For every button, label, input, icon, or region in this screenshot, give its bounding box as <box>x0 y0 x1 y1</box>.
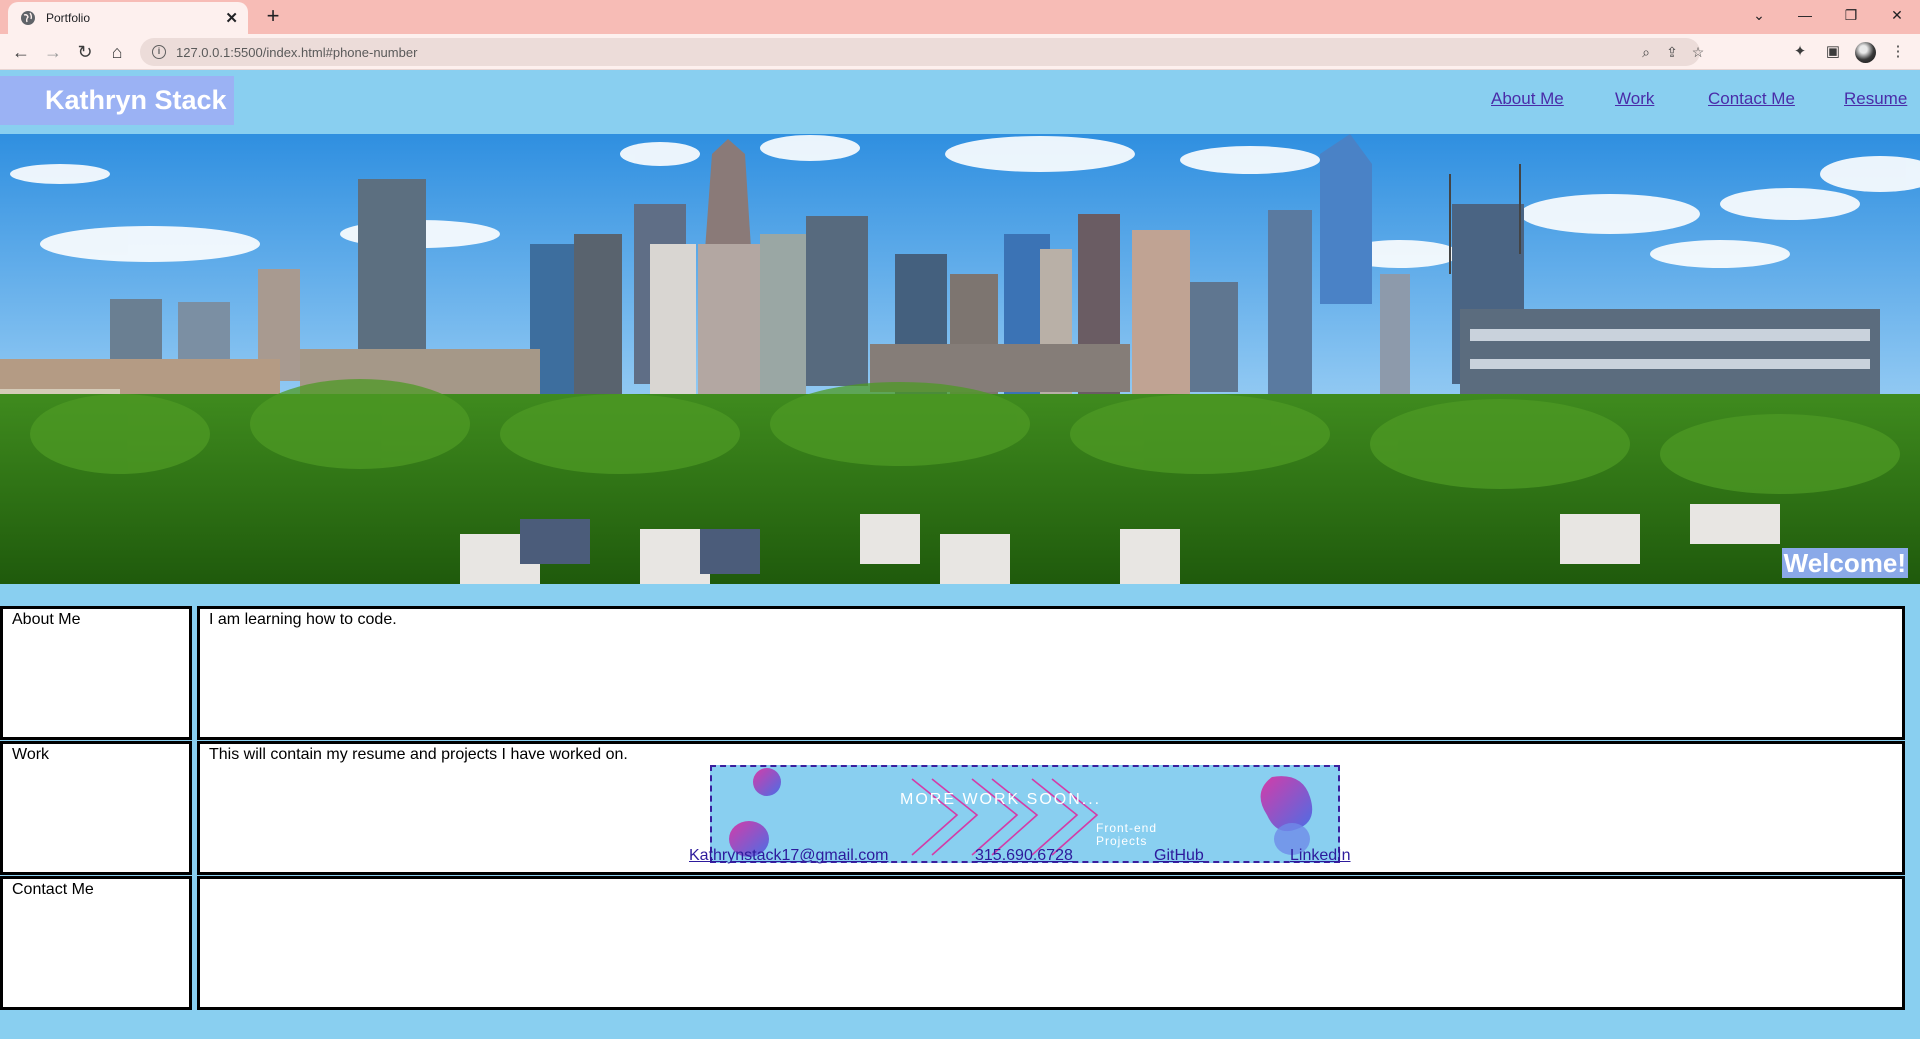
tab-search-icon[interactable]: ⌄ <box>1736 0 1782 30</box>
page: Kathryn Stack About Me Work Contact Me R… <box>0 70 1920 1039</box>
zoom-icon[interactable]: ⌕ <box>1636 42 1656 62</box>
site-header: Kathryn Stack About Me Work Contact Me R… <box>0 70 1920 134</box>
browser-toolbar: ← → ↻ ⌂ i 127.0.0.1:5500/index.html#phon… <box>0 34 1920 70</box>
nav-link-work[interactable]: Work <box>1615 89 1654 109</box>
browser-tab[interactable]: Portfolio ✕ <box>8 2 248 34</box>
side-panel-icon[interactable]: ▣ <box>1821 40 1845 64</box>
menu-kebab-icon[interactable]: ⋮ <box>1886 40 1910 64</box>
city-skyline-image <box>0 134 1920 584</box>
contact-linkedin-link[interactable]: LinkedIn <box>1290 847 1351 865</box>
nav-link-contact-me[interactable]: Contact Me <box>1708 89 1795 109</box>
address-bar[interactable]: i 127.0.0.1:5500/index.html#phone-number… <box>140 38 1704 66</box>
section-content-contact-me <box>197 876 1905 1010</box>
close-window-button[interactable]: ✕ <box>1874 0 1920 30</box>
reload-icon[interactable]: ↻ <box>72 39 98 65</box>
hero-image: Welcome! <box>0 134 1920 584</box>
section-label-about-me: About Me <box>0 606 192 740</box>
welcome-badge: Welcome! <box>1781 548 1908 578</box>
nav-link-resume[interactable]: Resume <box>1844 89 1907 109</box>
section-label-contact-me: Contact Me <box>0 876 192 1010</box>
contact-github-link[interactable]: GitHub <box>1154 847 1204 865</box>
section-label-work: Work <box>0 741 192 875</box>
brand-title: Kathryn Stack <box>0 76 234 125</box>
site-info-icon[interactable]: i <box>152 45 166 59</box>
back-arrow-icon[interactable]: ← <box>8 39 34 65</box>
bookmark-star-icon[interactable]: ☆ <box>1688 42 1708 62</box>
section-content-about-me: I am learning how to code. <box>197 606 1905 740</box>
extensions-icon[interactable]: ✦ <box>1788 40 1812 64</box>
address-url: 127.0.0.1:5500/index.html#phone-number <box>176 44 418 60</box>
banner-subtitle: Front-end Projects <box>1096 821 1158 848</box>
banner-title: MORE WORK SOON... <box>900 791 1102 808</box>
forward-arrow-icon[interactable]: → <box>40 39 66 65</box>
tab-title: Portfolio <box>46 11 91 25</box>
profile-avatar[interactable] <box>1855 42 1876 63</box>
contact-email-link[interactable]: Kathrynstack17@gmail.com <box>689 847 888 865</box>
contact-phone-link[interactable]: 315.690.6728 <box>975 847 1073 865</box>
share-icon[interactable]: ⇪ <box>1662 42 1682 62</box>
restore-button[interactable]: ❐ <box>1828 0 1874 30</box>
browser-tab-strip: Portfolio ✕ + ⌄ — ❐ ✕ <box>0 0 1920 34</box>
new-tab-button[interactable]: + <box>260 4 286 30</box>
minimize-button[interactable]: — <box>1782 0 1828 30</box>
home-icon[interactable]: ⌂ <box>104 39 130 65</box>
close-tab-icon[interactable]: ✕ <box>225 9 238 27</box>
globe-icon <box>21 11 35 25</box>
nav-link-about-me[interactable]: About Me <box>1491 89 1564 109</box>
